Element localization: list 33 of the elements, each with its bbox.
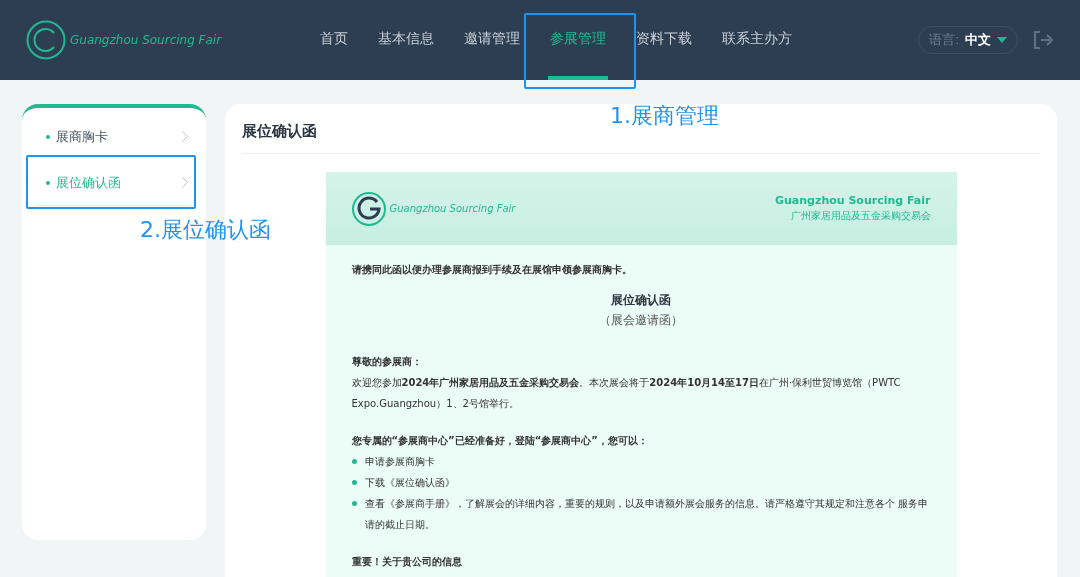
logo-text: Guangzhou Sourcing Fair xyxy=(389,203,516,214)
annotation-label: 2.展位确认函 xyxy=(140,216,271,244)
letter-title: 展位确认函 xyxy=(610,292,672,309)
logo-icon xyxy=(351,191,386,226)
logo-text: Guangzhou Sourcing Fair xyxy=(70,33,222,47)
list-item: 查看《参展商手册》，了解展会的详细内容，重要的规则，以及申请额外展会服务的信息。请严格遵守其规定和注意各个 服务申请的截止日期。 xyxy=(364,497,929,532)
bullet-icon xyxy=(351,501,357,506)
fair-name: 广州家居用品及五金采购交易会 xyxy=(789,209,931,223)
fair-name: Guangzhou Sourcing Fair xyxy=(775,194,931,207)
bullet-icon xyxy=(46,134,50,139)
bullet-icon xyxy=(46,180,50,185)
bullet-icon xyxy=(351,459,357,464)
nav-tab[interactable]: 资料下载 xyxy=(634,0,694,80)
logout-icon[interactable] xyxy=(1032,30,1054,50)
center-intro: 您专属的“参展商中心”已经准备好，登陆“参展商中心”，您可以： xyxy=(351,434,649,448)
nav-tab[interactable]: 联系主办方 xyxy=(720,0,794,80)
nav-tab[interactable]: 首页 xyxy=(318,0,350,80)
bullet-icon xyxy=(351,480,357,485)
nav-tab[interactable]: 参展管理 xyxy=(548,0,608,80)
list-item: 下载《展位确认函》 xyxy=(364,476,455,490)
logo-icon xyxy=(26,20,66,60)
section-heading: 重要！关于贵公司的信息 xyxy=(351,555,463,569)
nav-tab[interactable]: 邀请管理 xyxy=(462,0,522,80)
chevron-icon xyxy=(182,131,188,142)
list-item: 申请参展商胸卡 xyxy=(364,455,435,469)
greeting: 尊敬的参展商： xyxy=(351,355,423,369)
letter-intro: 请携同此函以便办理参展商报到手续及在展馆申领参展商胸卡。 xyxy=(351,263,633,277)
caret-icon xyxy=(997,37,1007,43)
sidebar-item[interactable]: 展商胸卡 xyxy=(36,114,192,160)
nav-tab[interactable]: 基本信息 xyxy=(376,0,436,80)
letter-subtitle: （展会邀请函） xyxy=(598,312,684,329)
welcome-paragraph: 欢迎您参加2024年广州家居用品及五金采购交易会。本次展会将于2024年10月14至17日在广州·保利世贸博览馆（PWTC Expo.Guangzhou）1、2号馆举行。 xyxy=(351,376,902,411)
chevron-icon xyxy=(182,177,188,188)
